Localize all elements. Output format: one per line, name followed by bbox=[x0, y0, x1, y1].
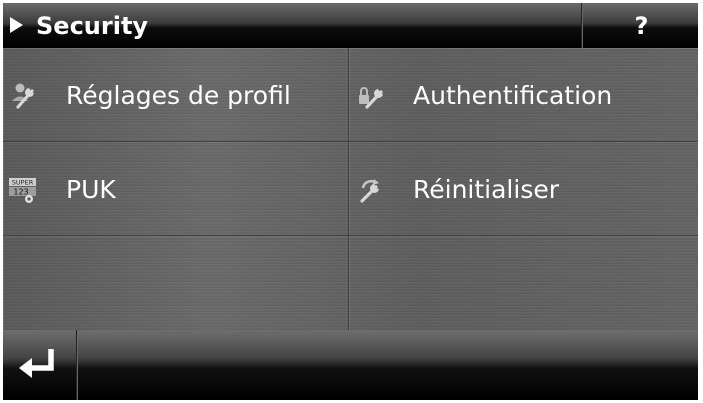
menu-item-profile-settings[interactable]: Réglages de profil bbox=[3, 48, 349, 142]
menu-item-label: Réinitialiser bbox=[413, 175, 560, 204]
reset-icon bbox=[360, 179, 379, 203]
menu-item-label: Réglages de profil bbox=[66, 81, 291, 110]
return-arrow-icon bbox=[19, 349, 54, 378]
authentication-icon bbox=[359, 87, 383, 109]
back-button[interactable] bbox=[3, 330, 76, 400]
page-title: Security bbox=[36, 12, 149, 40]
menu-item-empty bbox=[349, 236, 698, 330]
footer-divider bbox=[76, 330, 78, 400]
menu-grid: Réglages de profil Authentification SUPE… bbox=[3, 48, 698, 330]
header-divider bbox=[581, 3, 583, 48]
menu-item-label: PUK bbox=[66, 175, 116, 204]
menu-item-reset[interactable]: Réinitialiser bbox=[349, 142, 698, 236]
menu-item-authentication[interactable]: Authentification bbox=[349, 48, 698, 142]
title-bar: Security ? bbox=[3, 3, 698, 48]
puk-icon-digits: 123 bbox=[13, 188, 28, 197]
puk-icon-caption: SUPER bbox=[12, 179, 34, 187]
bottom-bar bbox=[3, 330, 698, 400]
play-arrow-icon bbox=[10, 17, 23, 33]
screen: Security ? Réglages de profil Authentifi… bbox=[3, 3, 698, 400]
puk-icon: SUPER 123 bbox=[9, 178, 36, 203]
profile-settings-icon bbox=[12, 83, 34, 109]
menu-item-label: Authentification bbox=[413, 81, 613, 110]
help-button[interactable]: ? bbox=[585, 3, 698, 48]
menu-item-puk[interactable]: SUPER 123 PUK bbox=[3, 142, 349, 236]
menu-item-empty bbox=[3, 236, 349, 330]
